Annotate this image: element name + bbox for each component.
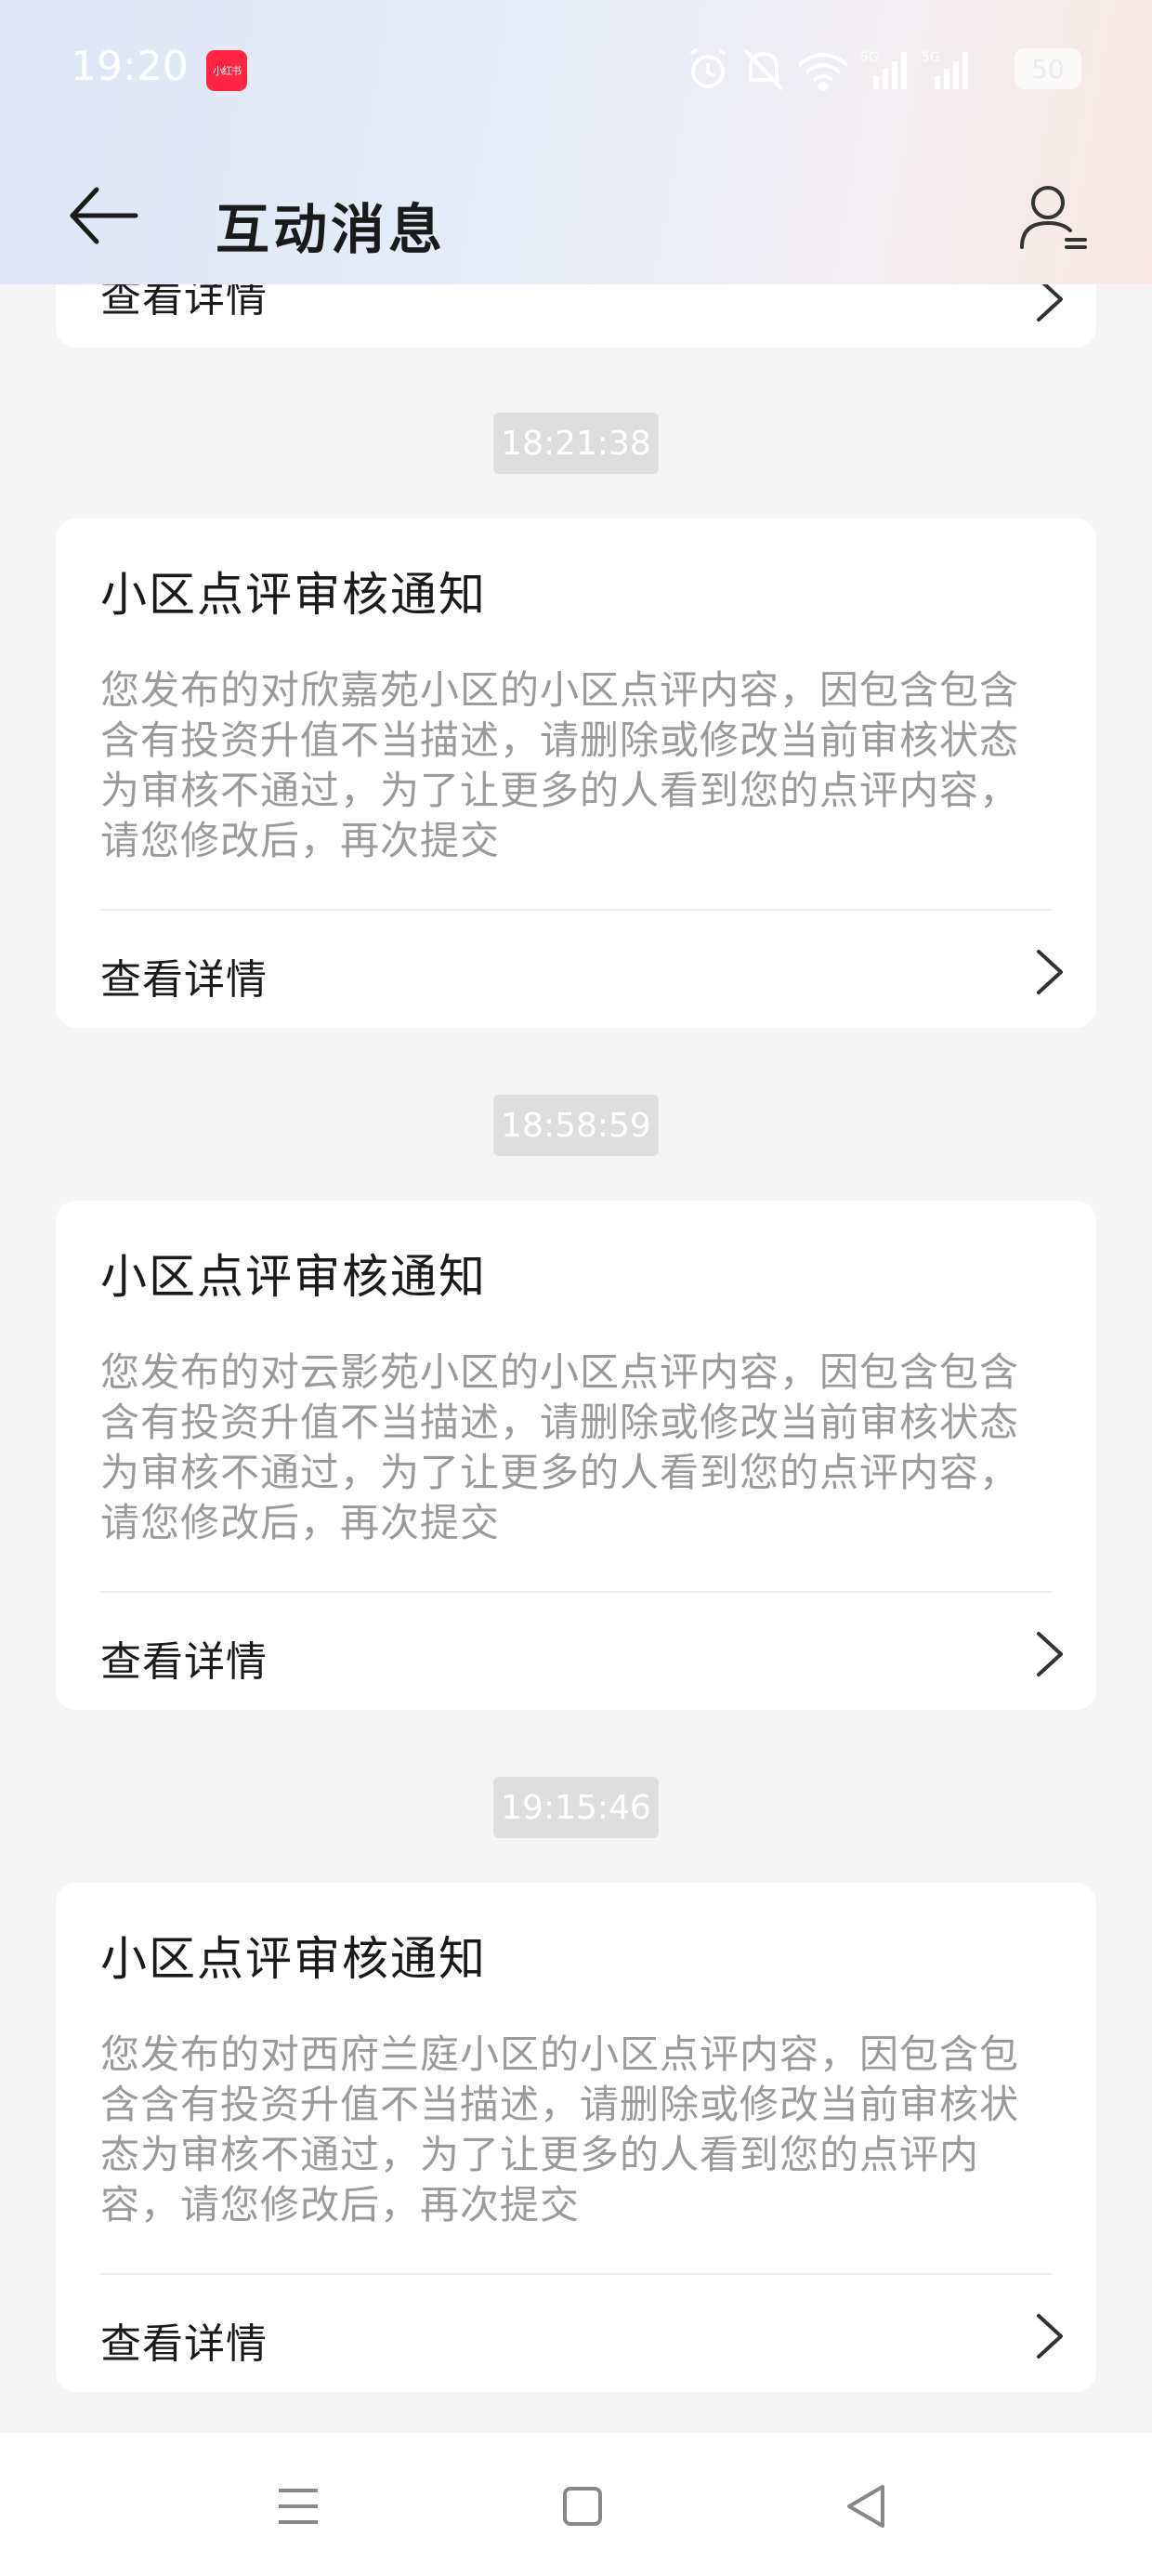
message-body: 您发布的对西府兰庭小区的小区点评内容，因包含包含含有投资升值不当描述，请删除或修… [100,2031,1020,2228]
app-notification-icon: 小红书 [206,50,247,91]
status-icons: 5G 5G [689,47,968,91]
view-details-row[interactable]: 查看详情 [56,911,1096,1028]
message-card: 小区点评审核通知 您发布的对欣嘉苑小区的小区点评内容，因包含包含含有投资升值不当… [56,519,1096,1028]
back-arrow-icon[interactable] [65,182,143,249]
message-timestamp: 18:58:59 [493,1095,659,1156]
svg-text:5G: 5G [860,50,879,65]
message-card: 小区点评审核通知 您发布的对西府兰庭小区的小区点评内容，因包含包含含有投资升值不… [56,1883,1096,2392]
home-icon[interactable] [550,2474,615,2539]
battery-icon: 50 [1015,48,1081,89]
svg-text:5G: 5G [922,50,940,65]
app-icon-text: 小红书 [213,65,242,77]
system-nav-bar [0,2433,1152,2576]
view-details-label: 查看详情 [100,956,268,1004]
menu-icon[interactable] [266,2474,331,2539]
chevron-right-icon [1037,950,1063,994]
header: 互动消息 [0,149,1152,284]
message-card: 小区点评审核通知 您发布的对云影苑小区的小区点评内容，因包含包含含有投资升值不当… [56,1201,1096,1710]
message-timestamp: 18:21:38 [493,413,659,474]
view-details-row[interactable]: 查看详情 [56,2275,1096,2392]
message-body: 您发布的对欣嘉苑小区的小区点评内容，因包含包含含有投资升值不当描述，请删除或修改… [100,667,1020,863]
view-details-label: 查看详情 [100,2320,268,2368]
message-list[interactable]: 查看详情 18:21:38 小区点评审核通知 您发布的对欣嘉苑小区的小区点评内容… [0,0,1152,2433]
chevron-right-icon [1037,2314,1063,2359]
message-title: 小区点评审核通知 [100,1250,487,1304]
top-bar: 19:20 小红书 5G 5G 50 互动消息 [0,0,1152,284]
view-details-row[interactable]: 查看详情 [56,1593,1096,1710]
alarm-icon [689,47,727,88]
status-time: 19:20 [71,43,189,90]
back-triangle-icon[interactable] [834,2474,899,2539]
view-details-label: 查看详情 [100,1638,268,1686]
page-title: 互动消息 [216,198,447,261]
message-title: 小区点评审核通知 [100,1932,487,1986]
user-settings-icon[interactable] [1016,180,1091,255]
mute-icon [743,48,784,91]
status-bar: 19:20 小红书 5G 5G 50 [0,0,1152,139]
chevron-right-icon [1037,1632,1063,1676]
signal-5g-icon: 5G [922,50,968,89]
signal-5g-icon: 5G [860,50,907,89]
message-body: 您发布的对云影苑小区的小区点评内容，因包含包含含有投资升值不当描述，请删除或修改… [100,1349,1020,1545]
wifi-icon [797,53,849,91]
battery-level: 50 [1031,53,1065,85]
message-title: 小区点评审核通知 [100,568,487,622]
message-timestamp: 19:15:46 [493,1777,659,1838]
